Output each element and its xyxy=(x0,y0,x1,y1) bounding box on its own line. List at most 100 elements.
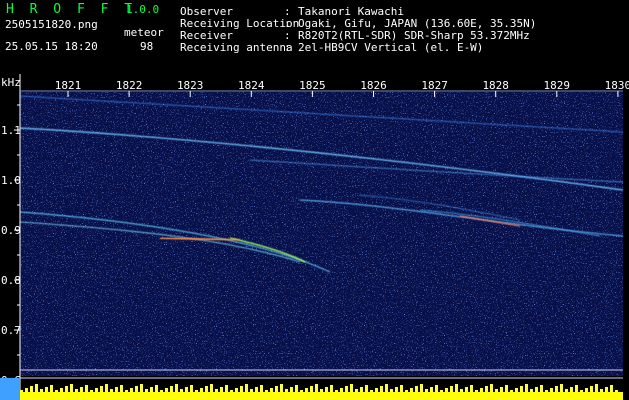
noise-texture xyxy=(20,92,623,376)
x-tick-label: 1825 xyxy=(299,79,326,92)
level-spike xyxy=(135,386,138,392)
separator: : xyxy=(284,5,291,18)
level-spike xyxy=(545,390,548,392)
level-spike xyxy=(175,384,178,392)
y-tick-label: 0.9 xyxy=(1,224,21,237)
x-tick-label: 1824 xyxy=(238,79,265,92)
level-spike xyxy=(500,387,503,392)
level-spike xyxy=(480,388,483,392)
signal-level-bar xyxy=(20,392,623,400)
level-spike xyxy=(265,390,268,392)
y-tick-label: 1.1 xyxy=(1,124,21,137)
level-spike xyxy=(425,389,428,392)
level-spike xyxy=(540,385,543,392)
capture-datetime: 25.05.15 18:20 xyxy=(5,40,98,53)
level-spike xyxy=(430,387,433,392)
level-spike xyxy=(405,390,408,392)
location-value: Ogaki, Gifu, JAPAN (136.60E, 35.35N) xyxy=(298,17,537,30)
level-spike xyxy=(140,384,143,392)
level-spike xyxy=(420,384,423,392)
location-label: Receiving Location xyxy=(180,17,300,30)
level-spike xyxy=(105,384,108,392)
level-spike xyxy=(515,388,518,392)
level-spike xyxy=(25,388,28,392)
image-filename: 2505151820.png xyxy=(5,18,98,31)
separator: : xyxy=(284,41,291,54)
level-spike xyxy=(595,384,598,392)
x-tick-label: 1827 xyxy=(421,79,448,92)
level-spike xyxy=(250,389,253,392)
level-spike xyxy=(590,386,593,392)
level-spike xyxy=(350,384,353,392)
level-spike xyxy=(330,385,333,392)
level-spike xyxy=(390,389,393,392)
level-spike xyxy=(260,385,263,392)
level-spike xyxy=(50,385,53,392)
x-tick-label: 1829 xyxy=(544,79,571,92)
level-spike xyxy=(325,387,328,392)
level-spike xyxy=(240,386,243,392)
level-spike xyxy=(570,387,573,392)
level-spike xyxy=(65,386,68,392)
level-spike xyxy=(370,390,373,392)
level-spike xyxy=(510,390,513,392)
level-spike xyxy=(275,386,278,392)
level-spike xyxy=(40,389,43,392)
level-spike xyxy=(495,389,498,392)
level-spike xyxy=(565,389,568,392)
level-spike xyxy=(615,390,618,392)
receiver-label: Receiver xyxy=(180,29,233,42)
antenna-value: 2el-HB9CV Vertical (el. E-W) xyxy=(298,41,484,54)
level-spike xyxy=(280,384,283,392)
level-spike xyxy=(555,386,558,392)
level-spike xyxy=(455,384,458,392)
level-spike xyxy=(215,389,218,392)
level-spike xyxy=(385,384,388,392)
receiver-value: R820T2(RTL-SDR) SDR-Sharp 53.372MHz xyxy=(298,29,530,42)
level-spike xyxy=(255,387,258,392)
level-spike xyxy=(150,387,153,392)
level-spike xyxy=(70,384,73,392)
level-spike xyxy=(220,387,223,392)
level-spike xyxy=(360,387,363,392)
level-spike xyxy=(115,387,118,392)
app-version: 1.0.0 xyxy=(126,3,160,16)
level-spike xyxy=(125,390,128,392)
level-spike xyxy=(345,386,348,392)
level-spike xyxy=(550,388,553,392)
level-spike xyxy=(190,385,193,392)
level-spike xyxy=(605,387,608,392)
level-spike xyxy=(170,386,173,392)
level-spike xyxy=(450,386,453,392)
level-spike xyxy=(80,387,83,392)
app-title: H R O F F T xyxy=(6,2,137,17)
level-spike xyxy=(525,384,528,392)
level-spike xyxy=(470,385,473,392)
x-tick-label: 1830 xyxy=(605,79,629,92)
level-spike xyxy=(320,389,323,392)
level-spike xyxy=(225,385,228,392)
level-spike xyxy=(110,389,113,392)
meteor-count: 98 xyxy=(140,40,154,53)
level-spike xyxy=(340,388,343,392)
x-tick-label: 1823 xyxy=(177,79,204,92)
y-tick-label: 1.0 xyxy=(1,174,21,187)
level-spike xyxy=(75,389,78,392)
mode-label: meteor xyxy=(124,26,164,39)
level-spike xyxy=(300,390,303,392)
level-spike xyxy=(460,389,463,392)
level-spike xyxy=(130,388,133,392)
waterfall-spectrogram: kHz1.11.00.90.80.70.6 182118221823182418… xyxy=(0,74,629,400)
observer-label: Observer xyxy=(180,5,233,18)
level-spike xyxy=(120,385,123,392)
level-spike xyxy=(160,390,163,392)
level-spike xyxy=(305,388,308,392)
level-spike xyxy=(435,385,438,392)
level-spike xyxy=(490,384,493,392)
level-spike xyxy=(85,385,88,392)
level-spike xyxy=(315,384,318,392)
level-spike xyxy=(530,389,533,392)
level-spike xyxy=(355,389,358,392)
level-spike xyxy=(580,390,583,392)
level-spike xyxy=(145,389,148,392)
